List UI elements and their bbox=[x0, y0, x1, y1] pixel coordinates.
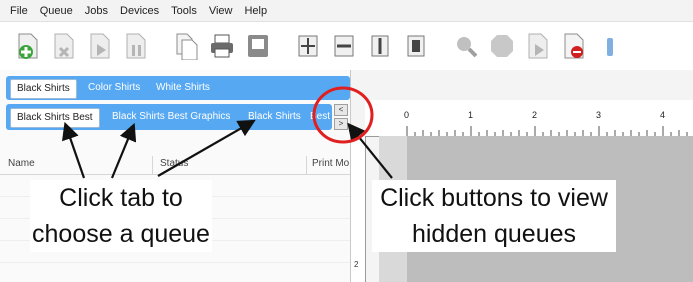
menu-file[interactable]: File bbox=[10, 5, 28, 17]
horizontal-ruler: 0 1 2 3 4 bbox=[365, 100, 693, 137]
ruler-label-0: 0 bbox=[404, 110, 409, 120]
tab-best[interactable]: Best bbox=[304, 108, 336, 126]
queue-table-header: Name Status Print Mo bbox=[0, 156, 350, 175]
next-icon[interactable] bbox=[524, 31, 552, 61]
queue-tab-strip-top: Black Shirts Color Shirts White Shirts bbox=[6, 76, 350, 100]
fit-width-icon[interactable] bbox=[330, 31, 358, 61]
pause-job-icon[interactable] bbox=[122, 31, 150, 61]
center-icon[interactable] bbox=[294, 31, 322, 61]
column-print-mode[interactable]: Print Mo bbox=[312, 158, 349, 169]
menu-queue[interactable]: Queue bbox=[40, 5, 73, 17]
measure-icon[interactable] bbox=[452, 31, 480, 61]
ruler-label-1: 1 bbox=[468, 110, 473, 120]
vruler-label: 2 bbox=[354, 260, 359, 269]
cancel-icon[interactable] bbox=[560, 31, 588, 61]
delete-job-icon[interactable] bbox=[50, 31, 78, 61]
column-status[interactable]: Status bbox=[160, 158, 188, 169]
menu-tools[interactable]: Tools bbox=[171, 5, 197, 17]
tab-white-shirts[interactable]: White Shirts bbox=[150, 79, 216, 97]
vertical-ruler: 2 bbox=[351, 136, 366, 282]
ruler-label-4: 4 bbox=[660, 110, 665, 120]
tab-scroll-left-button[interactable]: < bbox=[334, 104, 348, 116]
fit-height-icon[interactable] bbox=[366, 31, 394, 61]
menu-jobs[interactable]: Jobs bbox=[85, 5, 108, 17]
menu-help[interactable]: Help bbox=[244, 5, 267, 17]
tab-black-shirts[interactable]: Black Shirts bbox=[10, 79, 77, 99]
tab-scroll-right-button[interactable]: > bbox=[334, 118, 348, 130]
print-job-icon[interactable] bbox=[86, 31, 114, 61]
overflow-icon[interactable] bbox=[596, 31, 624, 61]
add-job-icon[interactable] bbox=[14, 31, 42, 61]
copy-job-icon[interactable] bbox=[172, 31, 200, 61]
menu-view[interactable]: View bbox=[209, 5, 233, 17]
tab-scroll-buttons: < > bbox=[334, 104, 348, 130]
tab-black-shirts-best-graphics[interactable]: Black Shirts Best Graphics bbox=[106, 108, 236, 126]
toolbar bbox=[0, 22, 693, 70]
menu-devices[interactable]: Devices bbox=[120, 5, 159, 17]
printer-icon[interactable] bbox=[208, 31, 236, 61]
callout-choose-queue: Click tab to choose a queue bbox=[30, 180, 212, 252]
menu-bar: File Queue Jobs Devices Tools View Help bbox=[0, 0, 693, 22]
stop-icon[interactable] bbox=[488, 31, 516, 61]
fit-page-icon[interactable] bbox=[402, 31, 430, 61]
tab-color-shirts[interactable]: Color Shirts bbox=[82, 79, 146, 97]
callout-hidden-queues: Click buttons to view hidden queues bbox=[372, 180, 616, 252]
tab-black-shirts[interactable]: Black Shirts bbox=[242, 108, 307, 126]
ruler-ticks: 0 1 2 3 4 bbox=[404, 110, 688, 136]
queue-tab-strip-sub: Black Shirts Best Black Shirts Best Grap… bbox=[6, 104, 332, 130]
column-name[interactable]: Name bbox=[8, 158, 35, 169]
tab-black-shirts-best[interactable]: Black Shirts Best bbox=[10, 108, 100, 128]
ruler-label-3: 3 bbox=[596, 110, 601, 120]
ruler-label-2: 2 bbox=[532, 110, 537, 120]
preview-icon[interactable] bbox=[244, 31, 272, 61]
